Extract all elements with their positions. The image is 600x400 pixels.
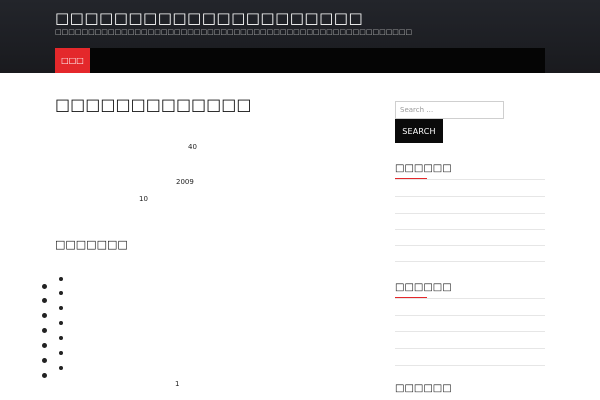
widget-divider <box>395 298 545 299</box>
main-navigation: □□□ <box>55 48 545 73</box>
widget-divider <box>395 331 545 332</box>
widget-title: □□□□□□ <box>395 163 452 174</box>
search-button[interactable]: SEARCH <box>395 119 443 143</box>
widget-divider <box>395 261 545 262</box>
widget-divider <box>395 213 545 214</box>
widget-title: □□□□□□ <box>395 383 452 394</box>
article-number: 10 <box>139 195 148 203</box>
site-header: □□□□□□□□□□□□□□□□□□□□□ □□□□□□□□□□□□□□□□□□… <box>0 0 600 73</box>
article-number: 40 <box>188 143 197 151</box>
list-item[interactable] <box>59 321 63 325</box>
list-item[interactable] <box>59 277 63 281</box>
site-description: □□□□□□□□□□□□□□□□□□□□□□□□□□□□□□□□□□□□□□□□… <box>55 28 413 36</box>
widget-divider <box>395 245 545 246</box>
list-item[interactable] <box>59 351 63 355</box>
widget-divider <box>395 196 545 197</box>
widget-title: □□□□□□ <box>395 282 452 293</box>
widget-divider <box>395 179 545 180</box>
nav-item-home[interactable]: □□□ <box>55 48 90 73</box>
widget-divider <box>395 315 545 316</box>
list-item[interactable] <box>59 306 63 310</box>
list-item[interactable] <box>59 291 63 295</box>
toc-heading: □□□□□□□ <box>55 238 128 251</box>
search-input[interactable] <box>395 101 504 119</box>
widget-divider <box>395 229 545 230</box>
list-item[interactable] <box>59 366 63 370</box>
article-number: 1 <box>175 380 180 388</box>
site-title[interactable]: □□□□□□□□□□□□□□□□□□□□□ <box>55 9 363 27</box>
widget-divider <box>395 365 545 366</box>
widget-divider <box>395 348 545 349</box>
article-title: □□□□□□□□□□□□□ <box>55 95 252 114</box>
list-item[interactable] <box>59 336 63 340</box>
article-number: 2009 <box>176 178 194 186</box>
